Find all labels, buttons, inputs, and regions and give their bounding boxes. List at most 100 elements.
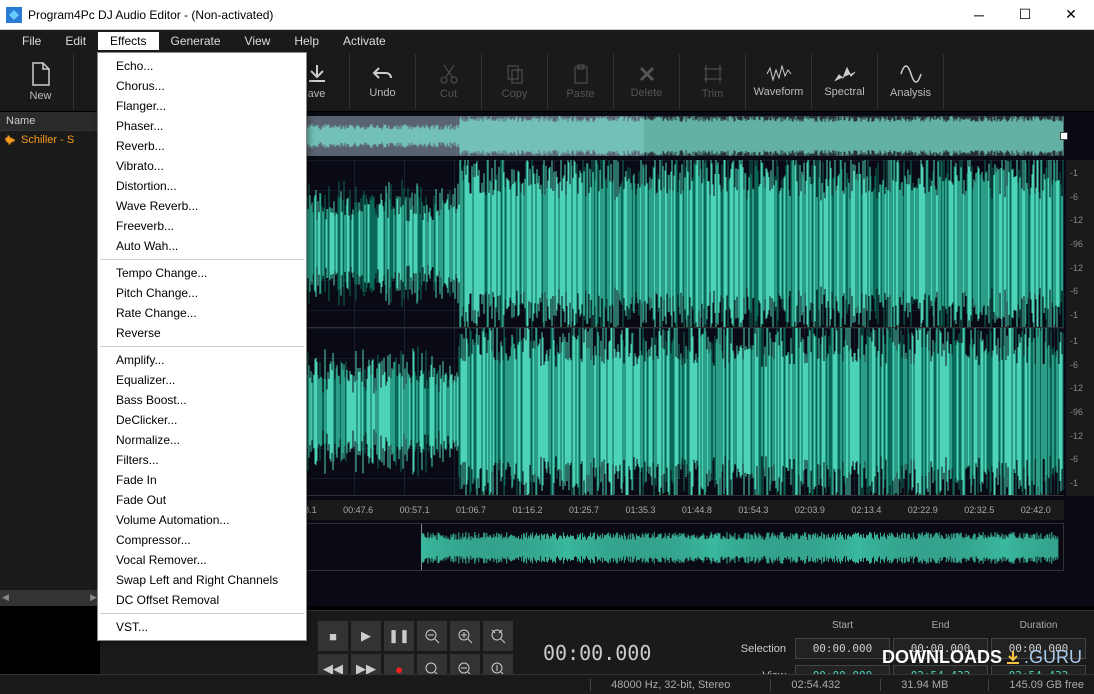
db-label: -96 xyxy=(1070,407,1094,417)
menu-separator xyxy=(100,259,304,260)
time-display: 00:00.000 xyxy=(543,641,651,665)
db-label: -12 xyxy=(1070,263,1094,273)
effects-item[interactable]: Volume Automation... xyxy=(98,510,306,530)
effects-item[interactable]: Fade Out xyxy=(98,490,306,510)
spectral-button[interactable]: Spectral xyxy=(812,54,878,109)
menu-file[interactable]: File xyxy=(10,32,53,50)
waveform-icon xyxy=(766,65,792,83)
effects-item[interactable]: Freeverb... xyxy=(98,216,306,236)
timeline-tick: 02:32.5 xyxy=(951,505,1007,515)
play-button[interactable]: ▶ xyxy=(351,621,381,651)
col-end: End xyxy=(893,620,988,631)
watermark-b: .GURU xyxy=(1024,647,1082,668)
effects-item[interactable]: Vibrato... xyxy=(98,156,306,176)
sidebar-header: Name xyxy=(0,112,99,131)
maximize-button[interactable]: ☐ xyxy=(1002,0,1048,30)
effects-item[interactable]: Chorus... xyxy=(98,76,306,96)
zoom-sel-button[interactable] xyxy=(483,621,513,651)
statusbar: 48000 Hz, 32-bit, Stereo 02:54.432 31.94… xyxy=(0,674,1094,694)
effects-item[interactable]: Amplify... xyxy=(98,350,306,370)
timeline-tick: 01:35.3 xyxy=(612,505,668,515)
effects-item[interactable]: Echo... xyxy=(98,56,306,76)
effects-item[interactable]: Auto Wah... xyxy=(98,236,306,256)
effects-item[interactable]: Bass Boost... xyxy=(98,390,306,410)
db-label: -6 xyxy=(1070,454,1094,464)
col-duration: Duration xyxy=(991,620,1086,631)
pause-button[interactable]: ❚❚ xyxy=(384,621,414,651)
waveform-button[interactable]: Waveform xyxy=(746,54,812,109)
db-label: -1 xyxy=(1070,478,1094,488)
new-label: New xyxy=(29,90,51,102)
analysis-button[interactable]: Analysis xyxy=(878,54,944,109)
effects-item[interactable]: Tempo Change... xyxy=(98,263,306,283)
sidebar-scrollbar[interactable] xyxy=(0,590,99,606)
menu-view[interactable]: View xyxy=(233,32,283,50)
effects-item[interactable]: Wave Reverb... xyxy=(98,196,306,216)
status-size: 31.94 MB xyxy=(880,679,948,691)
minimize-button[interactable]: ─ xyxy=(956,0,1002,30)
db-label: -1 xyxy=(1070,310,1094,320)
timeline-tick: 01:54.3 xyxy=(725,505,781,515)
effects-item[interactable]: Rate Change... xyxy=(98,303,306,323)
effects-item[interactable]: Reverse xyxy=(98,323,306,343)
effects-item[interactable]: Normalize... xyxy=(98,430,306,450)
db-label: -6 xyxy=(1070,192,1094,202)
analysis-label: Analysis xyxy=(890,87,931,99)
undo-button[interactable]: Undo xyxy=(350,54,416,109)
menubar: File Edit Effects Generate View Help Act… xyxy=(0,30,1094,52)
window-title: Program4Pc DJ Audio Editor - (Non-activa… xyxy=(28,8,273,22)
sel-start[interactable]: 00:00.000 xyxy=(795,638,890,659)
zoom-in-button[interactable] xyxy=(450,621,480,651)
copy-button[interactable]: Copy xyxy=(482,54,548,109)
effects-item[interactable]: Distortion... xyxy=(98,176,306,196)
new-button[interactable]: New xyxy=(8,54,74,109)
menu-generate[interactable]: Generate xyxy=(159,32,233,50)
overview-handle[interactable] xyxy=(1060,132,1068,140)
track-item[interactable]: Schiller - S xyxy=(0,131,99,149)
effects-item[interactable]: Fade In xyxy=(98,470,306,490)
cut-button[interactable]: Cut xyxy=(416,54,482,109)
menu-activate[interactable]: Activate xyxy=(331,32,398,50)
download-icon xyxy=(1004,649,1022,667)
status-duration: 02:54.432 xyxy=(770,679,840,691)
delete-button[interactable]: Delete xyxy=(614,54,680,109)
stop-button[interactable]: ■ xyxy=(318,621,348,651)
timeline-tick: 00:47.6 xyxy=(330,505,386,515)
zoom-fit-button[interactable] xyxy=(417,621,447,651)
new-icon xyxy=(30,61,52,87)
timeline-tick: 02:22.9 xyxy=(895,505,951,515)
effects-item[interactable]: Swap Left and Right Channels xyxy=(98,570,306,590)
effects-item[interactable]: Pitch Change... xyxy=(98,283,306,303)
effects-item[interactable]: Compressor... xyxy=(98,530,306,550)
effects-item[interactable]: DeClicker... xyxy=(98,410,306,430)
db-label: -12 xyxy=(1070,215,1094,225)
effects-item[interactable]: DC Offset Removal xyxy=(98,590,306,610)
timeline-tick: 02:42.0 xyxy=(1008,505,1064,515)
track-label: Schiller - S xyxy=(21,134,74,146)
menu-edit[interactable]: Edit xyxy=(53,32,98,50)
copy-label: Copy xyxy=(502,88,528,100)
save-label: ave xyxy=(308,88,326,100)
undo-label: Undo xyxy=(369,87,395,99)
paste-button[interactable]: Paste xyxy=(548,54,614,109)
db-scale: -1 -6 -12 -96 -12 -6 -1 -1 -6 -12 -96 -1… xyxy=(1066,160,1094,496)
timeline-tick: 00:57.1 xyxy=(386,505,442,515)
effects-item[interactable]: Equalizer... xyxy=(98,370,306,390)
effects-item[interactable]: Vocal Remover... xyxy=(98,550,306,570)
effects-item[interactable]: Filters... xyxy=(98,450,306,470)
spectral-label: Spectral xyxy=(824,86,864,98)
status-format: 48000 Hz, 32-bit, Stereo xyxy=(590,679,730,691)
trim-button[interactable]: Trim xyxy=(680,54,746,109)
mini-wave xyxy=(421,532,1059,564)
effects-item[interactable]: Phaser... xyxy=(98,116,306,136)
status-disk: 145.09 GB free xyxy=(988,679,1084,691)
effects-item[interactable]: VST... xyxy=(98,617,306,637)
timeline-tick: 01:44.8 xyxy=(669,505,725,515)
close-button[interactable]: ✕ xyxy=(1048,0,1094,30)
menu-help[interactable]: Help xyxy=(282,32,331,50)
db-label: -6 xyxy=(1070,360,1094,370)
effects-item[interactable]: Flanger... xyxy=(98,96,306,116)
spectral-icon xyxy=(833,65,857,83)
effects-item[interactable]: Reverb... xyxy=(98,136,306,156)
menu-effects[interactable]: Effects xyxy=(98,32,158,50)
